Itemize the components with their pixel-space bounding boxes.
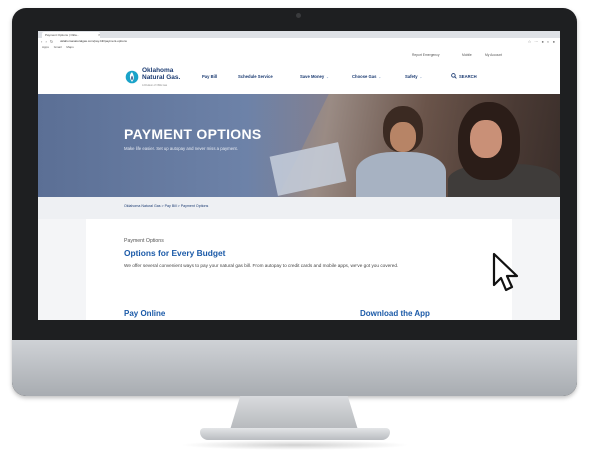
section-lead-text: We offer several convenient ways to pay … [124, 263, 399, 268]
address-bar: ‹ › ↻ oklahomanaturalgas.com/pay-bill/pa… [38, 38, 560, 45]
hero-person-man-body [356, 152, 446, 197]
breadcrumb[interactable]: Oklahoma Natural Gas > Pay Bill > Paymen… [124, 204, 208, 208]
monitor-stand-neck [230, 396, 358, 430]
download-app-heading[interactable]: Download the App [360, 309, 430, 318]
hero-banner: PAYMENT OPTIONS Make life easier. Set up… [38, 94, 560, 197]
extension-icons[interactable]: ☆ ⋯ ● ◐ ● [528, 38, 556, 45]
nav-schedule-service-label: Schedule Service [238, 74, 273, 79]
search-button[interactable]: SEARCH [451, 60, 477, 94]
report-emergency-link[interactable]: Report Emergency [412, 50, 440, 60]
site-header: Oklahoma Natural Gas. A Division of ONE … [38, 60, 560, 95]
logo-tagline: A Division of ONE Gas [142, 84, 168, 87]
chevron-down-icon: ⌄ [419, 75, 423, 79]
pay-online-heading[interactable]: Pay Online [124, 309, 165, 318]
hero-person-woman-face [470, 120, 502, 158]
stand-shadow [180, 440, 410, 450]
nav-safety-label: Safety [405, 74, 418, 79]
nav-schedule-service[interactable]: Schedule Service [238, 60, 273, 94]
url-input[interactable]: oklahomanaturalgas.com/pay-bill/payment-… [60, 39, 300, 44]
mouse-cursor-icon [492, 252, 519, 292]
nav-pay-bill[interactable]: Pay Bill [202, 60, 217, 94]
logo-flame-icon[interactable] [125, 70, 139, 84]
hero-person-man-face [390, 122, 416, 152]
nav-choose-gas-label: Choose Gas [352, 74, 377, 79]
my-account-link[interactable]: My Account [485, 50, 502, 60]
breadcrumb-band: Oklahoma Natural Gas > Pay Bill > Paymen… [38, 197, 560, 219]
nav-save-money-label: Save Money [300, 74, 325, 79]
screen: Payment Options | Okla... × ‹ › ↻ oklaho… [38, 31, 560, 320]
content-card: Payment Options Options for Every Budget… [86, 219, 512, 320]
chevron-down-icon: ⌄ [326, 75, 329, 79]
hero-subtitle: Make life easier. Set up autopay and nev… [124, 146, 238, 151]
logo-wordmark[interactable]: Oklahoma Natural Gas. [142, 67, 181, 81]
nav-pay-bill-label: Pay Bill [202, 74, 218, 79]
nav-choose-gas[interactable]: Choose Gas ⌄ [352, 60, 381, 94]
hero-title: PAYMENT OPTIONS [124, 126, 262, 142]
browser-nav-icons[interactable]: ‹ › ↻ [41, 38, 54, 45]
nav-safety[interactable]: Safety ⌄ [405, 60, 422, 94]
section-eyebrow: Payment Options [124, 238, 164, 244]
imac-mockup: Payment Options | Okla... × ‹ › ↻ oklaho… [0, 0, 589, 457]
search-label: SEARCH [459, 74, 477, 79]
mobile-link[interactable]: Mobile [462, 50, 472, 60]
webcam [296, 13, 301, 18]
nav-save-money[interactable]: Save Money ⌄ [300, 60, 329, 94]
monitor-stand-foot [200, 428, 390, 440]
section-heading: Options for Every Budget [124, 248, 226, 258]
logo-line-2: Natural Gas. [142, 73, 181, 81]
search-icon [451, 73, 457, 79]
tab-bar: Payment Options | Okla... × [38, 31, 560, 38]
monitor-chin [12, 340, 577, 396]
chevron-down-icon: ⌄ [378, 75, 381, 79]
utility-nav: Report Emergency Mobile My Account [38, 50, 560, 60]
